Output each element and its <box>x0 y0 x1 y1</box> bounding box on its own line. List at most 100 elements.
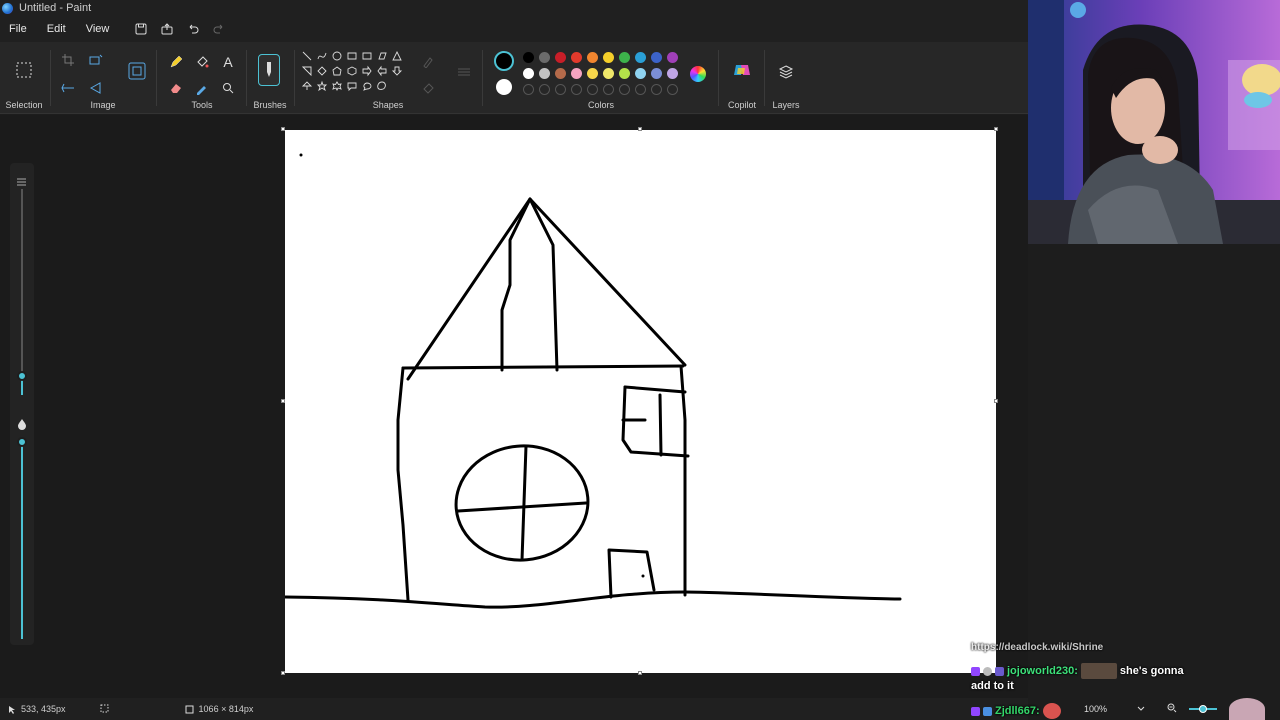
rotate-icon[interactable] <box>86 78 106 98</box>
drawing-canvas[interactable] <box>283 130 996 673</box>
custom-color-slot[interactable] <box>619 84 630 95</box>
undo-icon[interactable] <box>181 17 205 41</box>
color-swatch[interactable] <box>523 52 534 63</box>
custom-color-slot[interactable] <box>555 84 566 95</box>
color-swatch[interactable] <box>571 68 582 79</box>
shape-option-icon[interactable] <box>363 82 372 91</box>
shape-option-icon[interactable] <box>378 52 387 60</box>
shape-option-icon[interactable] <box>302 81 313 90</box>
color-swatch[interactable] <box>587 52 598 63</box>
redo-icon[interactable] <box>207 17 231 41</box>
shape-option-icon[interactable] <box>391 66 403 76</box>
shape-option-icon[interactable] <box>377 81 386 90</box>
zoom-out-icon[interactable] <box>1167 703 1177 715</box>
image-group: Image <box>52 46 154 114</box>
fill-bucket-icon[interactable] <box>192 52 212 72</box>
custom-color-slot[interactable] <box>651 84 662 95</box>
custom-color-slot[interactable] <box>539 84 550 95</box>
size-slider-thumb[interactable] <box>17 371 27 381</box>
share-icon[interactable] <box>155 17 179 41</box>
brush-icon[interactable] <box>258 54 280 86</box>
outline-icon[interactable] <box>418 52 438 72</box>
rectangle-select-icon[interactable] <box>14 60 34 80</box>
menu-edit[interactable]: Edit <box>37 23 76 35</box>
shape-option-icon[interactable] <box>332 66 342 76</box>
shape-option-icon[interactable] <box>347 82 357 92</box>
color-swatch[interactable] <box>539 52 550 63</box>
shape-option-icon[interactable] <box>317 52 327 60</box>
custom-color-slot[interactable] <box>635 84 646 95</box>
size-icon <box>17 173 26 186</box>
color-swatch[interactable] <box>603 52 614 63</box>
shape-option-icon[interactable] <box>347 66 357 76</box>
secondary-color-swatch[interactable] <box>496 79 512 95</box>
shape-option-icon[interactable] <box>362 52 372 60</box>
custom-color-slot[interactable] <box>603 84 614 95</box>
canvas-handle-tl[interactable] <box>281 127 285 131</box>
zoom-slider[interactable] <box>1189 704 1218 714</box>
shape-option-icon[interactable] <box>332 81 342 92</box>
color-swatch[interactable] <box>651 52 662 63</box>
color-swatch[interactable] <box>555 68 566 79</box>
custom-color-slot[interactable] <box>587 84 598 95</box>
shape-option-icon[interactable] <box>392 51 402 61</box>
shape-option-icon[interactable] <box>332 51 342 61</box>
custom-color-slot[interactable] <box>571 84 582 95</box>
shape-option-icon[interactable] <box>347 52 357 60</box>
pencil-icon[interactable] <box>166 52 186 72</box>
canvas-handle-t[interactable] <box>638 127 642 131</box>
shape-option-icon[interactable] <box>362 65 372 77</box>
copilot-icon[interactable] <box>732 60 752 80</box>
shape-option-icon[interactable] <box>317 66 327 76</box>
opacity-slider-thumb[interactable] <box>17 437 27 447</box>
shape-option-icon[interactable] <box>316 80 328 92</box>
text-icon[interactable]: A <box>218 52 238 72</box>
shape-option-icon[interactable] <box>377 65 387 77</box>
fill-icon[interactable] <box>418 78 438 98</box>
menu-file[interactable]: File <box>0 23 37 35</box>
chevron-down-icon[interactable] <box>1137 704 1145 714</box>
shape-size-icon[interactable] <box>454 62 474 82</box>
color-swatch[interactable] <box>555 52 566 63</box>
opacity-slider-track[interactable] <box>21 441 23 639</box>
image-select-icon[interactable] <box>126 60 148 82</box>
canvas-handle-b[interactable] <box>638 671 642 675</box>
save-icon[interactable] <box>129 17 153 41</box>
color-swatch[interactable] <box>619 52 630 63</box>
canvas-handle-tr[interactable] <box>994 127 998 131</box>
color-picker-icon[interactable] <box>192 78 212 98</box>
canvas-handle-bl[interactable] <box>281 671 285 675</box>
color-swatch[interactable] <box>635 52 646 63</box>
chat-message: Zjdll667: <box>971 703 1061 719</box>
shape-option-icon[interactable] <box>302 66 312 77</box>
edit-colors-icon[interactable] <box>690 66 706 82</box>
color-swatch[interactable] <box>667 68 678 79</box>
canvas-handle-l[interactable] <box>281 399 285 403</box>
brushes-group: Brushes <box>248 46 292 114</box>
size-slider-track[interactable] <box>21 189 23 375</box>
color-swatch[interactable] <box>523 68 534 79</box>
color-swatch[interactable] <box>635 68 646 79</box>
color-swatch[interactable] <box>587 68 598 79</box>
crop-icon[interactable] <box>58 50 78 70</box>
resize-icon[interactable] <box>86 50 106 70</box>
canvas-handle-r[interactable] <box>994 399 998 403</box>
color-swatch[interactable] <box>571 52 582 63</box>
color-swatch[interactable] <box>539 68 550 79</box>
menu-view[interactable]: View <box>76 23 120 35</box>
color-swatch[interactable] <box>603 68 614 79</box>
magnifier-icon[interactable] <box>218 78 238 98</box>
zoom-control: 100% <box>1075 698 1280 720</box>
color-swatch[interactable] <box>651 68 662 79</box>
color-swatch[interactable] <box>667 52 678 63</box>
shape-option-icon[interactable] <box>302 51 312 61</box>
color-swatch[interactable] <box>619 68 630 79</box>
zoom-level[interactable]: 100% <box>1084 704 1107 714</box>
shapes-gallery[interactable] <box>302 51 412 101</box>
flip-icon[interactable] <box>58 78 78 98</box>
eraser-icon[interactable] <box>166 78 186 98</box>
layers-icon[interactable] <box>776 62 796 82</box>
primary-color-swatch[interactable] <box>494 51 514 71</box>
custom-color-slot[interactable] <box>523 84 534 95</box>
custom-color-slot[interactable] <box>667 84 678 95</box>
